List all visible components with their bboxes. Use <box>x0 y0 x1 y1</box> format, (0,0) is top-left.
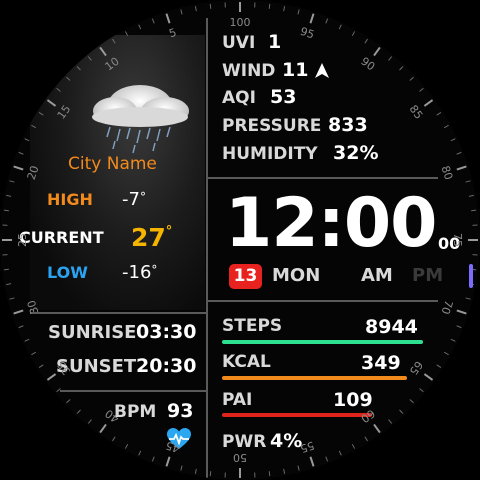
time-seconds: 00 <box>438 234 461 253</box>
sunrise-label: SUNRISE <box>48 322 137 343</box>
wind-direction-icon <box>315 63 329 78</box>
high-temp-value: -7° <box>122 189 146 210</box>
divider-mid-right <box>208 300 438 302</box>
weekday: MON <box>272 265 321 286</box>
am-indicator: AM <box>361 265 393 286</box>
watch-face: City Name HIGH -7° CURRENT 27° LOW -16° … <box>0 0 480 480</box>
aqi-value: 53 <box>270 86 297 108</box>
steps-value: 8944 <box>365 316 418 338</box>
time-display: 12:00 <box>225 190 437 258</box>
sunrise-value: 03:30 <box>136 321 197 343</box>
city-name: City Name <box>68 154 157 174</box>
day-badge: 13 <box>229 264 262 289</box>
kcal-value: 349 <box>361 352 401 374</box>
wind-value: 11 <box>282 59 309 81</box>
steps-label: STEPS <box>222 316 283 336</box>
time-minutes: 00 <box>343 184 438 263</box>
pwr-label: PWR <box>222 432 267 452</box>
vertical-divider <box>206 18 208 480</box>
aqi-label: AQI <box>222 88 256 108</box>
bpm-value: 93 <box>167 400 194 422</box>
pai-progress-bar <box>222 413 372 417</box>
low-temp-label: LOW <box>47 263 88 282</box>
bpm-label: BPM <box>114 402 157 422</box>
current-temp-value: 27° <box>131 223 173 252</box>
kcal-progress-bar <box>222 376 407 380</box>
current-temp-label: CURRENT <box>19 228 104 247</box>
steps-progress-bar <box>222 340 423 344</box>
low-temp-value: -16° <box>122 262 158 283</box>
uvi-label: UVI <box>222 33 256 53</box>
heart-rate-icon[interactable] <box>166 427 192 451</box>
sunset-label: SUNSET <box>56 356 137 377</box>
pressure-label: PRESSURE <box>222 116 322 136</box>
pai-value: 109 <box>333 389 373 411</box>
humidity-label: HUMIDITY <box>222 144 318 164</box>
divider-top-right <box>208 177 438 179</box>
pai-label: PAI <box>222 390 253 410</box>
time-colon: : <box>317 184 345 263</box>
pm-indicator: PM <box>412 265 444 286</box>
rain-cloud-icon <box>92 85 189 154</box>
time-hours: 12 <box>225 184 319 263</box>
kcal-label: KCAL <box>222 352 271 372</box>
wind-label: WIND <box>222 61 276 81</box>
divider-left-upper <box>30 312 206 314</box>
sunset-value: 20:30 <box>136 355 197 377</box>
pwr-value: 4% <box>270 430 303 452</box>
day-number: 13 <box>233 266 258 286</box>
pressure-value: 833 <box>328 114 368 136</box>
high-temp-label: HIGH <box>47 190 93 209</box>
divider-left-lower <box>60 390 206 392</box>
humidity-value: 32% <box>333 142 379 164</box>
uvi-value: 1 <box>268 31 282 53</box>
